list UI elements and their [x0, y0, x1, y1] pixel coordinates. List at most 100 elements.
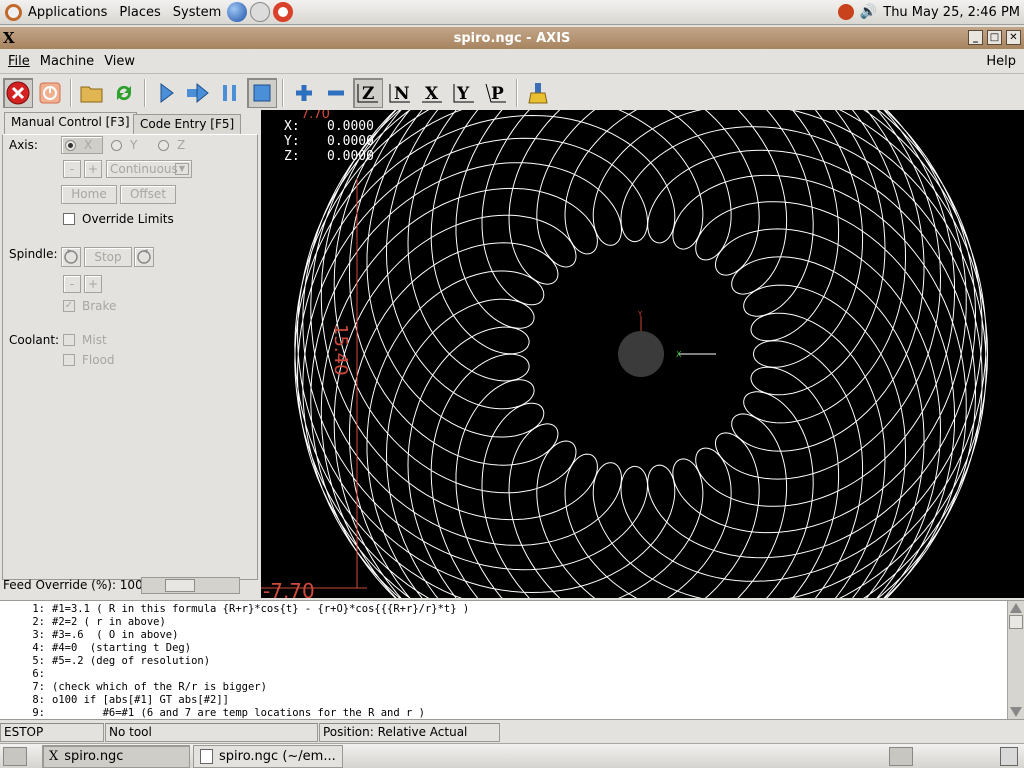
line-number: 7:	[32, 681, 45, 693]
open-file-button[interactable]	[77, 78, 107, 108]
spindle-slower-button[interactable]: -	[63, 275, 81, 293]
flood-checkbox[interactable]	[63, 354, 75, 366]
feed-override-thumb[interactable]	[165, 579, 195, 592]
axis-z-radio[interactable]	[158, 140, 169, 151]
clock-applet-icon[interactable]	[250, 2, 271, 22]
view-y-button[interactable]: Y	[449, 78, 479, 108]
taskbar-axis-label: spiro.ngc	[64, 749, 124, 764]
step-button[interactable]	[183, 78, 213, 108]
scroll-thumb[interactable]	[1009, 615, 1023, 629]
line-text: #1=3.1 ( R in this formula {R+r}*cos{t} …	[52, 603, 470, 615]
tab-code-entry[interactable]: Code Entry [F5]	[133, 114, 242, 134]
show-desktop-icon[interactable]	[3, 747, 27, 766]
spindle-ccw-button[interactable]	[61, 247, 81, 267]
minimize-icon[interactable]: _	[968, 30, 983, 45]
home-button[interactable]: Home	[61, 185, 117, 204]
offset-button[interactable]: Offset	[120, 185, 176, 204]
spindle-stop-button[interactable]: Stop	[84, 247, 132, 267]
view-z2-label: N	[394, 84, 410, 104]
pause-button[interactable]	[215, 78, 245, 108]
scroll-up-arrow-icon[interactable]	[1010, 603, 1022, 613]
estop-status: ESTOP	[0, 723, 104, 742]
zoom-out-button[interactable]	[321, 78, 351, 108]
dro-z-axis: Z:	[284, 149, 300, 164]
taskbar-editor-window[interactable]: spiro.ngc (~/em...	[193, 745, 343, 768]
tab-manual-control[interactable]: Manual Control [F3]	[4, 112, 137, 135]
menu-machine[interactable]: Machine	[35, 54, 99, 69]
view-z-label: Z	[362, 84, 374, 104]
dimension-bottom-label: -7.70	[263, 579, 315, 598]
manual-control-panel: Manual Control [F3] Code Entry [F5] Axis…	[0, 110, 260, 598]
applications-menu[interactable]: Applications	[22, 0, 113, 25]
dro-y-value: 0.0000	[327, 134, 374, 149]
feed-override-slider[interactable]	[141, 577, 240, 594]
update-notifier-icon[interactable]	[837, 4, 854, 20]
clear-plot-button[interactable]	[523, 78, 553, 108]
close-icon[interactable]: ✕	[1006, 30, 1021, 45]
taskbar-axis-window[interactable]: X spiro.ngc	[42, 745, 190, 768]
origin-y-label: Y	[637, 310, 643, 318]
menu-help[interactable]: Help	[981, 54, 1021, 69]
brake-checkbox[interactable]: ✓	[63, 300, 75, 312]
axis-y-radio[interactable]	[111, 140, 122, 151]
override-limits-checkbox[interactable]	[63, 213, 75, 225]
origin-x-label: X	[676, 350, 682, 359]
view-z2-button[interactable]: N	[385, 78, 415, 108]
window-menu-icon[interactable]: X	[3, 29, 15, 47]
feed-override-label: Feed Override (%): 100	[3, 578, 143, 592]
spindle-faster-button[interactable]: +	[84, 275, 102, 293]
dro-z-value: 0.0000	[327, 149, 374, 164]
trash-icon[interactable]	[1000, 747, 1018, 766]
line-text: #2=2 ( r in above)	[52, 616, 166, 628]
line-text: #4=0 (starting t Deg)	[52, 642, 192, 654]
spindle-cw-button[interactable]	[134, 247, 154, 267]
jog-plus-button[interactable]: +	[84, 160, 102, 178]
estop-button[interactable]	[3, 78, 33, 108]
dimension-label: 15.40	[330, 324, 351, 376]
workspace-switcher-icon[interactable]	[889, 747, 913, 766]
line-number: 6:	[32, 668, 45, 680]
jog-minus-button[interactable]: -	[63, 160, 81, 178]
run-button[interactable]	[151, 78, 181, 108]
stop-button[interactable]	[247, 78, 277, 108]
web-browser-icon[interactable]	[227, 2, 248, 22]
menu-view[interactable]: View	[99, 54, 140, 69]
toolbar-separator	[282, 79, 284, 107]
statusbar: ESTOP No tool Position: Relative Actual	[0, 722, 1024, 742]
system-menu[interactable]: System	[167, 0, 227, 25]
panel-clock[interactable]: Thu May 25, 2:46 PM	[883, 5, 1020, 20]
jog-increment-select[interactable]: Continuous ▼	[106, 160, 192, 178]
view-x-button[interactable]: X	[417, 78, 447, 108]
ubuntu-logo-icon[interactable]	[5, 3, 22, 21]
mist-checkbox[interactable]	[63, 334, 75, 346]
scroll-down-arrow-icon[interactable]	[1010, 707, 1022, 717]
help-lifebuoy-icon[interactable]	[273, 2, 294, 22]
line-number: 2:	[32, 616, 45, 628]
view-p-button[interactable]: P	[481, 78, 511, 108]
view-z-button[interactable]: Z	[353, 78, 383, 108]
places-menu[interactable]: Places	[113, 0, 166, 25]
tool-status: No tool	[105, 723, 318, 742]
machine-power-button[interactable]	[35, 78, 65, 108]
brake-label: Brake	[82, 299, 117, 313]
maximize-icon[interactable]: □	[987, 30, 1002, 45]
axis-y-label: Y	[130, 138, 138, 152]
spindle-ccw-icon	[64, 249, 78, 264]
window-title: spiro.ngc - AXIS	[453, 30, 571, 46]
volume-icon[interactable]: 🔊	[860, 4, 877, 20]
top-panel: Applications Places System 🔊 Thu May 25,…	[0, 0, 1024, 25]
axis-label: Axis:	[9, 138, 38, 152]
jog-increment-value: Continuous	[110, 162, 178, 176]
toolbar: Z N X Y P	[0, 76, 1024, 110]
menu-file[interactable]: File	[3, 54, 35, 69]
gcode-scrollbar[interactable]	[1007, 601, 1024, 719]
window-titlebar[interactable]: X spiro.ngc - AXIS _ □ ✕	[0, 27, 1024, 49]
line-number: 4:	[32, 642, 45, 654]
zoom-in-button[interactable]	[289, 78, 319, 108]
override-limits-label: Override Limits	[82, 212, 174, 226]
axis-x-radio[interactable]: X	[61, 136, 103, 154]
reload-button[interactable]	[109, 78, 139, 108]
gcode-listing[interactable]: 1: #1=3.1 ( R in this formula {R+r}*cos{t…	[0, 600, 1024, 720]
axis-x-label: X	[84, 138, 93, 152]
toolpath-preview[interactable]: 15.40 -7.70 7.70 Y X X: 0.0000 Y: 0.0000…	[261, 110, 1024, 598]
